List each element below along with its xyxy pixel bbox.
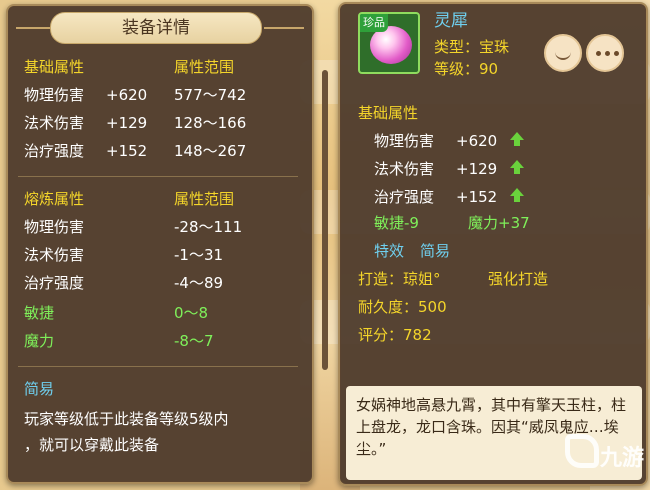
refine-attr-range: -4～89: [174, 274, 224, 292]
effect-label: 特效: [374, 242, 405, 260]
more-button[interactable]: [586, 34, 624, 72]
item-type: 类型：宝珠: [434, 38, 510, 56]
easy-title: 简易: [24, 380, 55, 398]
item-icon-frame[interactable]: 珍品: [358, 12, 420, 74]
header-ornament-line: [264, 27, 304, 29]
more-dots-icon: [596, 51, 619, 56]
magic-attr: 魔力+37: [468, 214, 530, 232]
base-range-title: 属性范围: [174, 58, 235, 76]
score: 评分：782: [358, 326, 432, 344]
base-attr-range: 577～742: [174, 86, 247, 104]
base-attr-value: +152: [106, 142, 148, 160]
scrollbar[interactable]: [322, 70, 328, 370]
eye-button[interactable]: [544, 34, 582, 72]
base-attr-value: +620: [456, 132, 498, 150]
refine-attr-range: 0～8: [174, 304, 209, 322]
durability: 耐久度：500: [358, 298, 447, 316]
base-attr-name: 治疗强度: [374, 188, 435, 206]
refine-range-title: 属性范围: [174, 190, 235, 208]
item-level: 等级：90: [434, 60, 499, 78]
enhance-forge: 强化打造: [488, 270, 549, 288]
base-attr-value: +620: [106, 86, 148, 104]
panel-header: 装备详情: [50, 12, 262, 44]
watermark-logo-icon: [565, 434, 599, 468]
divider: [18, 176, 298, 177]
refine-attr-name: 法术伤害: [24, 246, 85, 264]
base-attr-range: 128～166: [174, 114, 247, 132]
agility-attr: 敏捷-9: [374, 214, 419, 232]
refine-attr-title: 熔炼属性: [24, 190, 85, 208]
base-attr-name: 物理伤害: [374, 132, 435, 150]
up-arrow-icon: [510, 160, 524, 174]
refine-attr-range: -28～111: [174, 218, 243, 236]
base-attr-name: 法术伤害: [24, 114, 85, 132]
base-attr-value: +129: [106, 114, 148, 132]
up-arrow-icon: [510, 132, 524, 146]
refine-attr-name: 敏捷: [24, 304, 55, 322]
base-attr-value: +129: [456, 160, 498, 178]
refine-attr-name: 魔力: [24, 332, 55, 350]
base-attr-title: 基础属性: [24, 58, 85, 76]
watermark-text: 九游: [600, 446, 645, 471]
refine-attr-name: 治疗强度: [24, 274, 85, 292]
easy-line: 玩家等级低于此装备等级5级内: [24, 410, 229, 428]
refine-attr-range: -1～31: [174, 246, 224, 264]
item-name: 灵犀: [434, 11, 468, 31]
rarity-tag: 珍品: [360, 14, 388, 32]
up-arrow-icon: [510, 188, 524, 202]
refine-attr-name: 物理伤害: [24, 218, 85, 236]
base-attr-range: 148～267: [174, 142, 247, 160]
base-attr-name: 物理伤害: [24, 86, 85, 104]
header-ornament-line: [16, 27, 52, 29]
base-attr-value: +152: [456, 188, 498, 206]
forge-info: 打造：琼姐°: [358, 270, 441, 288]
base-attr-title: 基础属性: [358, 104, 419, 122]
base-attr-name: 法术伤害: [374, 160, 435, 178]
effect-value: 简易: [420, 242, 451, 260]
divider: [18, 366, 298, 367]
easy-line: ，就可以穿戴此装备: [24, 436, 160, 454]
eye-closed-icon: [555, 51, 571, 60]
refine-attr-range: -8～7: [174, 332, 214, 350]
base-attr-name: 治疗强度: [24, 142, 85, 160]
